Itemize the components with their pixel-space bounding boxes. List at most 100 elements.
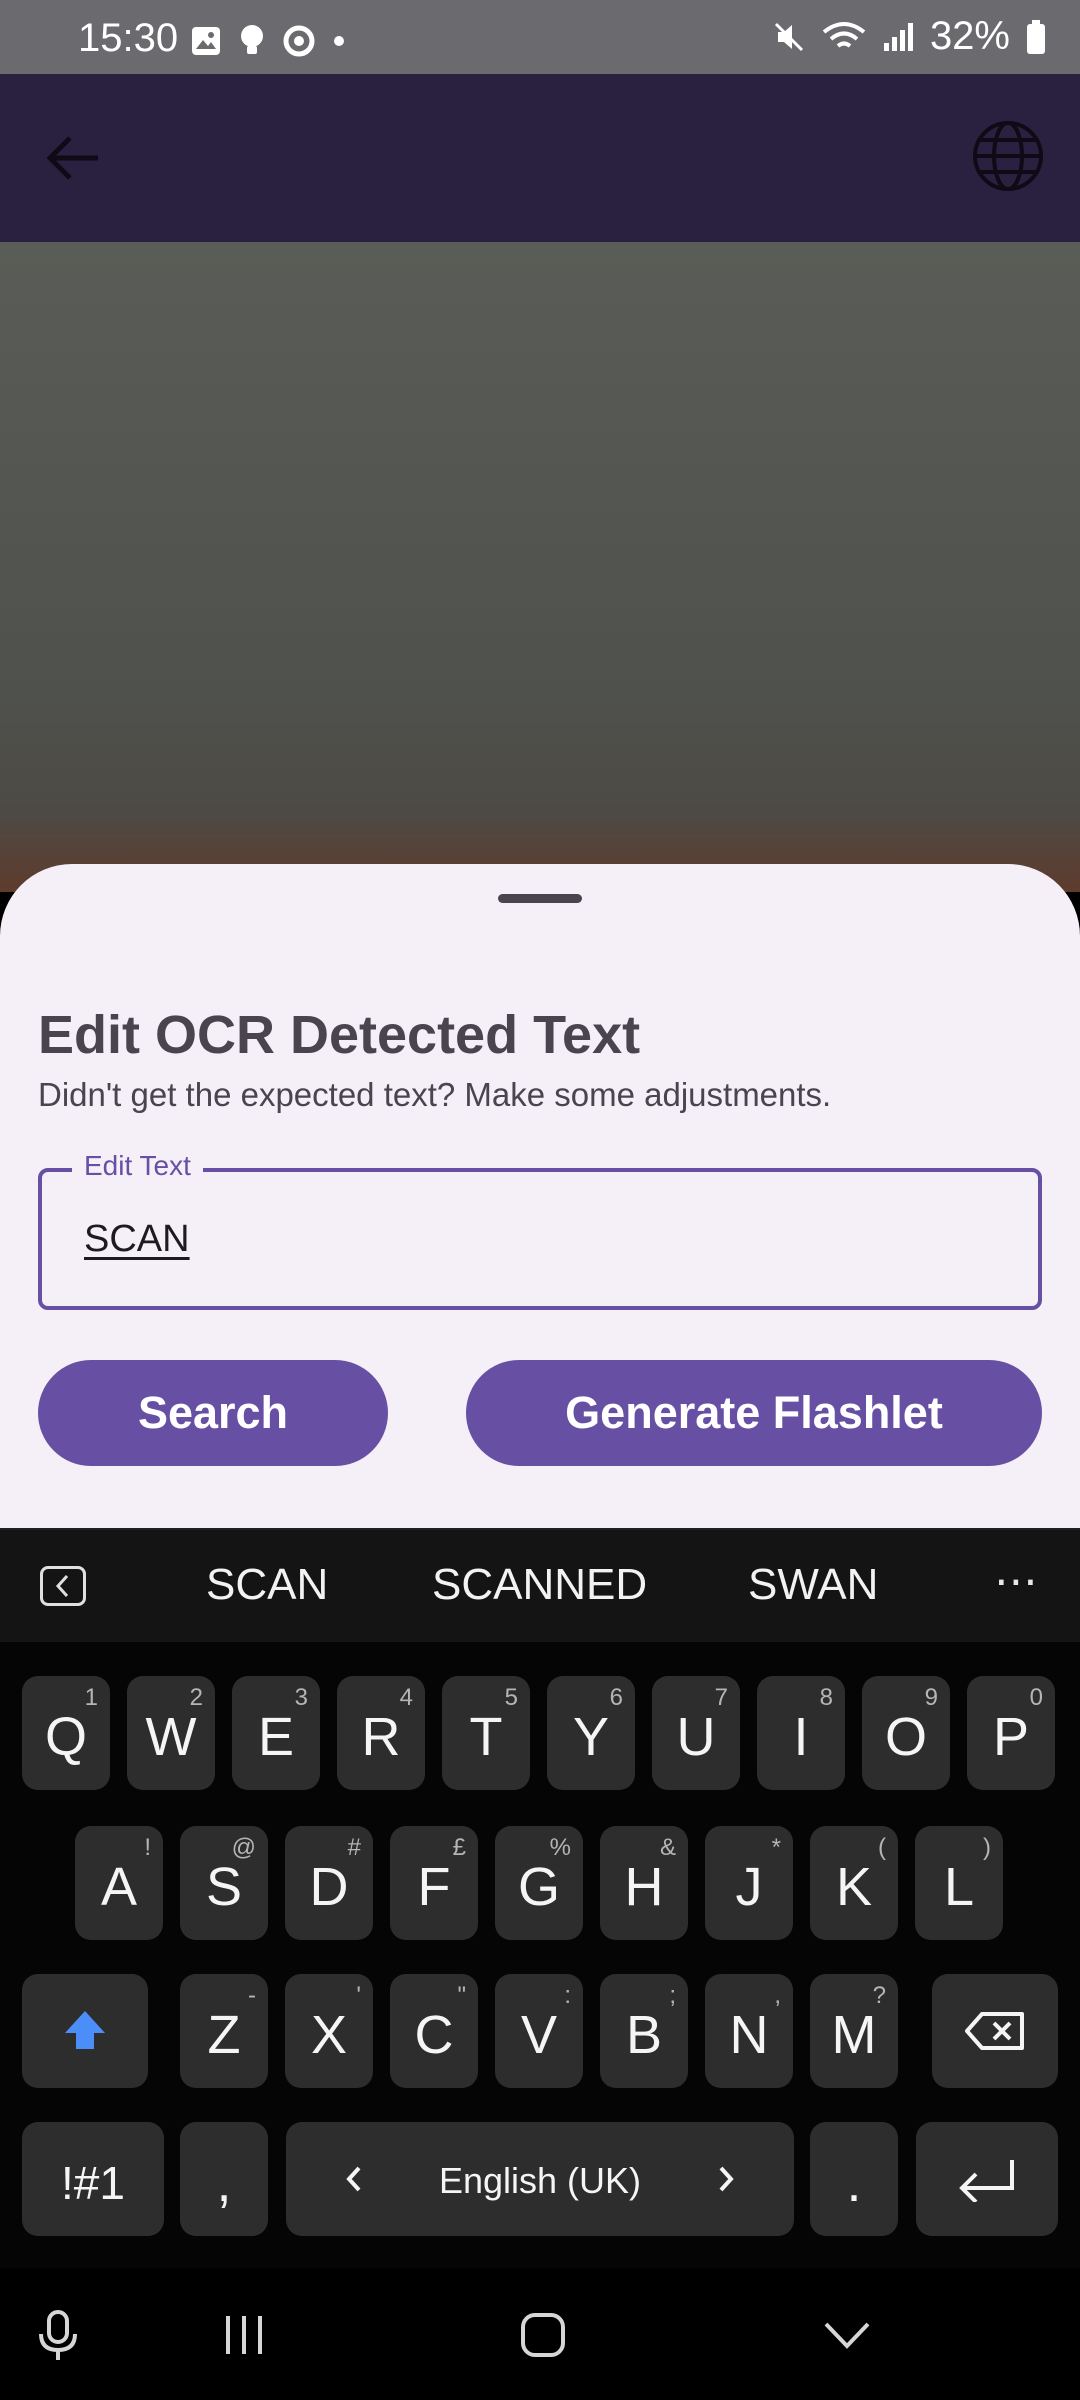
key-label: X [310, 2005, 348, 2065]
key-label: U [676, 1707, 716, 1767]
sheet-subtitle: Didn't get the expected text? Make some … [38, 1076, 832, 1113]
bulb-icon [241, 25, 263, 54]
period-key-label: . [846, 2153, 862, 2213]
battery-percent: 32% [929, 14, 1010, 58]
key-k[interactable]: (K [810, 1826, 898, 1940]
key-r[interactable]: 4R [337, 1676, 425, 1790]
edit-text-value[interactable]: SCAN [84, 1218, 190, 1261]
key-label: C [414, 2005, 454, 2065]
keyboard: 1Q2W3E4R5T6Y7U8I9O0P ! A @ S # D £ F% G & H * J(K) L … [0, 1642, 1080, 2268]
more-icon[interactable]: ⋯ [994, 1556, 1040, 1607]
suggestion-1[interactable]: SCAN [206, 1560, 328, 1610]
generate-flashlet-button[interactable]: Generate Flashlet [466, 1360, 1042, 1466]
keyboard-toolbar-toggle-icon[interactable] [40, 1566, 86, 1606]
space-key[interactable]: English (UK) [286, 2122, 794, 2236]
chevron-right-icon [719, 2166, 734, 2192]
system-icons: 32% [772, 14, 1046, 59]
notification-icons [190, 24, 346, 58]
key-label: E [257, 1707, 295, 1767]
hide-keyboard-icon[interactable] [822, 2320, 872, 2350]
key-p[interactable]: 0P [967, 1676, 1055, 1790]
search-button[interactable]: Search [38, 1360, 388, 1466]
key-label: G [517, 1857, 560, 1917]
key-g[interactable]: % G [495, 1826, 583, 1940]
enter-icon [959, 2160, 1014, 2202]
key-label: K [835, 1857, 873, 1917]
comma-key-label: , [216, 2153, 232, 2213]
key-d[interactable]: # D [285, 1826, 373, 1940]
key-label: W [145, 1707, 197, 1767]
signal-icon [883, 22, 913, 51]
suggestion-2[interactable]: SCANNED [432, 1560, 647, 1610]
key-i[interactable]: 8I [757, 1676, 845, 1790]
recents-icon[interactable] [222, 2314, 266, 2356]
key-v[interactable]: :V [495, 1974, 583, 2088]
key-a[interactable]: ! A [75, 1826, 163, 1940]
key-label: D [309, 1857, 349, 1917]
period-key[interactable]: . [810, 2122, 898, 2236]
key-label: A [100, 1857, 138, 1917]
key-label: Z [207, 2005, 241, 2065]
status-time: 15:30 [78, 16, 179, 60]
key-label: Y [572, 1707, 610, 1767]
wifi-icon [822, 21, 866, 48]
edit-text-label: Edit Text [72, 1150, 203, 1182]
navigation-bar [0, 2268, 1080, 2400]
key-l[interactable]: ) L [915, 1826, 1003, 1940]
key-label: F [417, 1857, 451, 1917]
backspace-key[interactable] [932, 1974, 1058, 2088]
key-label: R [361, 1707, 401, 1767]
enter-key[interactable] [916, 2122, 1058, 2236]
mic-icon[interactable] [36, 2310, 80, 2362]
key-q[interactable]: 1Q [22, 1676, 110, 1790]
key-u[interactable]: 7U [652, 1676, 740, 1790]
key-label: S [205, 1857, 243, 1917]
backspace-icon [965, 2012, 1024, 2050]
key-z[interactable]: -Z [180, 1974, 268, 2088]
symbols-key-label: !#1 [61, 2157, 125, 2209]
home-icon[interactable] [520, 2312, 566, 2358]
key-label: T [469, 1707, 503, 1767]
dot-icon [334, 36, 344, 46]
image-icon [192, 27, 220, 55]
key-w[interactable]: 2W [127, 1676, 215, 1790]
sheet-title: Edit OCR Detected Text [38, 1005, 641, 1065]
key-j[interactable]: * J [705, 1826, 793, 1940]
suggestion-3[interactable]: SWAN [748, 1560, 878, 1610]
edit-text-field[interactable]: Edit Text SCAN [38, 1150, 1042, 1310]
key-y[interactable]: 6Y [547, 1676, 635, 1790]
chevron-left-icon [55, 1574, 69, 1598]
shift-arrow-icon [65, 2011, 105, 2049]
arrow-back-icon[interactable] [40, 124, 108, 192]
app-bar [0, 74, 1080, 242]
mute-icon [774, 22, 803, 51]
key-x[interactable]: ' X [285, 1974, 373, 2088]
key-label: J [735, 1857, 763, 1917]
key-t[interactable]: 5T [442, 1676, 530, 1790]
comma-key[interactable]: , [180, 2122, 268, 2236]
key-n[interactable]: ,N [705, 1974, 793, 2088]
key-label: P [992, 1707, 1030, 1767]
key-c[interactable]: " C [390, 1974, 478, 2088]
key-label: N [729, 2005, 769, 2065]
key-m[interactable]: ? M [810, 1974, 898, 2088]
key-label: I [793, 1707, 809, 1767]
key-f[interactable]: £ F [390, 1826, 478, 1940]
key-e[interactable]: 3E [232, 1676, 320, 1790]
globe-icon[interactable] [970, 118, 1046, 194]
status-bar: 15:30 32% [0, 0, 1080, 74]
symbols-key[interactable]: !#1 [22, 2122, 164, 2236]
key-label: O [884, 1707, 927, 1767]
key-label: B [625, 2005, 663, 2065]
suggestion-bar: SCAN SCANNED SWAN ⋯ [0, 1528, 1080, 1642]
drag-handle[interactable] [498, 894, 582, 903]
key-label: H [624, 1857, 664, 1917]
shift-key[interactable] [22, 1974, 148, 2088]
key-b[interactable]: ; B [600, 1974, 688, 2088]
key-s[interactable]: @ S [180, 1826, 268, 1940]
key-h[interactable]: & H [600, 1826, 688, 1940]
key-label: Q [44, 1707, 87, 1767]
camera-preview [0, 242, 1080, 892]
key-label: L [943, 1857, 975, 1917]
key-o[interactable]: 9O [862, 1676, 950, 1790]
